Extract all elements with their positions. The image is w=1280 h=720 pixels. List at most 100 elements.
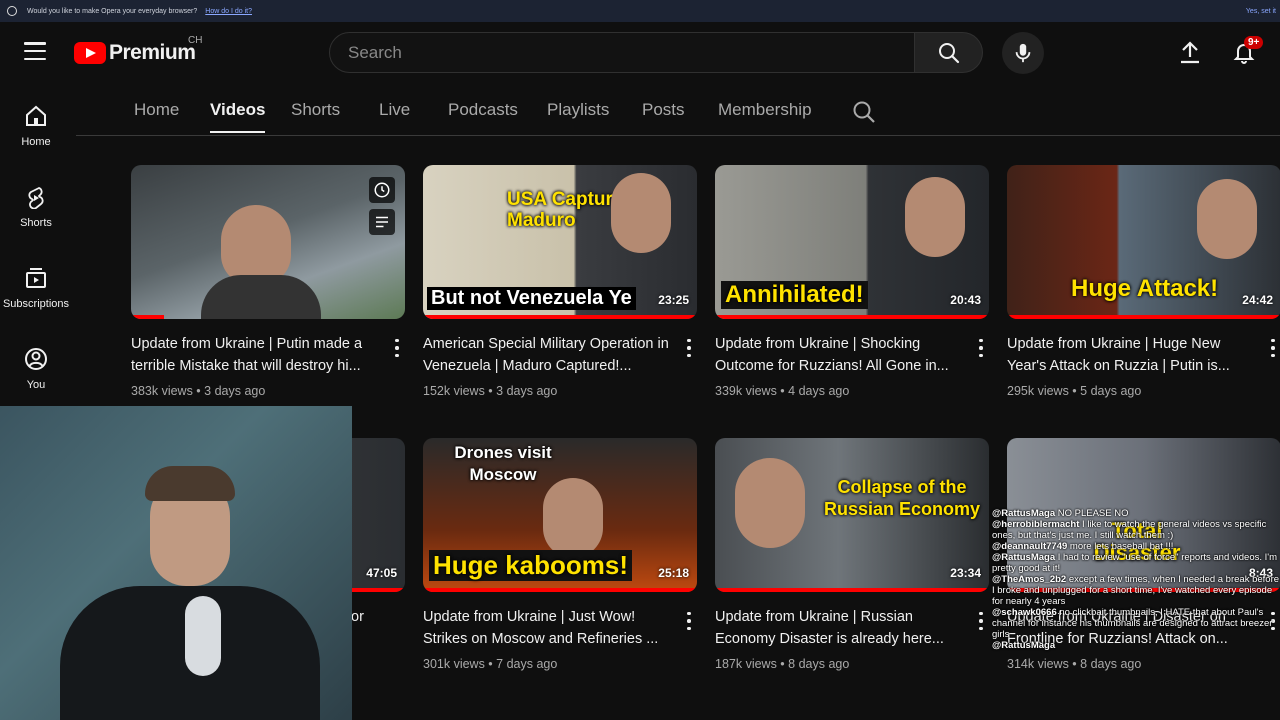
watch-progress-bar [1007,315,1280,319]
video-duration: 24:42 [1242,293,1273,307]
subscriptions-icon [26,268,46,288]
tab-membership[interactable]: Membership [718,100,812,120]
search-icon [853,101,875,123]
search-box [329,32,915,73]
more-actions-icon[interactable] [681,337,697,359]
video-title[interactable]: Update from Ukraine | Just Wow! Strikes … [423,606,673,650]
video-title[interactable]: or [351,606,391,650]
video-duration: 20:43 [950,293,981,307]
more-actions-icon[interactable] [389,337,405,359]
channel-search-button[interactable] [852,100,876,129]
sidebar-item-you[interactable]: You [0,335,72,416]
mini-guide: Home Shorts Subscriptions You [0,92,72,416]
watch-progress-bar [715,315,989,319]
video-metadata: 187k views • 8 days ago [715,657,850,671]
thumbnail-caption: But not Venezuela Ye [427,287,636,310]
more-actions-icon[interactable] [973,337,989,359]
notification-count-badge: 9+ [1244,36,1264,49]
chat-message: @RattusMaga I had to review "use of forc… [992,552,1277,574]
video-thumbnail[interactable]: USA Captured Maduro But not Venezuela Ye… [423,165,697,319]
chat-overlay: @RattusMaga NO PLEASE NO @herrobiblermac… [992,508,1280,720]
thumbnail-caption: Drones visit Moscow [454,443,552,484]
youtube-premium-logo[interactable]: Premium CH [74,35,202,65]
video-metadata: 383k views • 3 days ago [131,384,266,398]
person-figure [221,205,291,285]
chat-message: @schawk0666 no clickbait thumbnails, I H… [992,607,1273,640]
watch-later-icon[interactable] [369,177,395,203]
person-figure [1197,179,1257,259]
more-actions-icon[interactable] [973,610,989,632]
tab-posts[interactable]: Posts [642,100,685,120]
person-figure [543,478,603,558]
country-code: CH [188,35,203,46]
menu-icon[interactable] [24,42,46,60]
video-card[interactable]: USA Captured Maduro But not Venezuela Ye… [423,165,697,405]
video-thumbnail[interactable]: Annihilated! 20:43 [715,165,989,319]
video-title[interactable]: Update from Ukraine | Shocking Outcome f… [715,333,965,377]
chat-message: @deannault7749 more lets baseball bat !!… [992,541,1174,552]
opera-accept-button[interactable]: Yes, set it [1246,8,1276,15]
voice-search-button[interactable] [1002,32,1044,74]
video-card[interactable]: Drones visit Moscow Huge kabooms! 25:18 … [423,438,697,678]
video-card[interactable]: Huge Attack! 24:42 Update from Ukraine |… [1007,165,1280,405]
opera-prompt-text: Would you like to make Opera your everyd… [27,7,198,15]
sidebar-item-home[interactable]: Home [0,92,72,173]
opera-how-link[interactable]: How do I do it? [205,8,252,15]
video-card[interactable]: Update from Ukraine | Putin made a terri… [131,165,405,405]
tab-home[interactable]: Home [134,100,179,120]
person-figure [905,177,965,257]
sidebar-item-label: Home [21,136,51,148]
video-thumbnail[interactable]: Huge Attack! 24:42 [1007,165,1280,319]
video-duration: 23:34 [950,566,981,580]
opera-logo-icon [7,6,17,16]
video-metadata: 295k views • 5 days ago [1007,384,1142,398]
tab-live[interactable]: Live [379,100,410,120]
search-input[interactable] [330,33,914,72]
tab-videos[interactable]: Videos [210,100,266,133]
video-title[interactable]: American Special Military Operation in V… [423,333,673,377]
video-thumbnail[interactable]: Drones visit Moscow Huge kabooms! 25:18 [423,438,697,592]
add-to-queue-icon[interactable] [369,209,395,235]
watch-progress-bar [131,315,164,319]
video-thumbnail[interactable]: Collapse of the Russian Economy 23:34 [715,438,989,592]
video-card[interactable]: Annihilated! 20:43 Update from Ukraine |… [715,165,989,405]
video-metadata: 339k views • 4 days ago [715,384,850,398]
more-actions-icon[interactable] [681,610,697,632]
video-duration: 25:18 [658,566,689,580]
chat-message: @TheAmos_2b2 except a few times, when I … [992,574,1280,607]
video-metadata: 152k views • 3 days ago [423,384,558,398]
video-thumbnail[interactable] [131,165,405,319]
masthead: Premium CH 9+ [0,22,1280,82]
channel-tabs: Home Videos Shorts Live Podcasts Playlis… [76,92,1280,136]
microphone-icon [185,596,221,676]
video-duration: 23:25 [658,293,689,307]
thumbnail-caption: Annihilated! [721,281,868,309]
watch-progress-bar [715,588,989,592]
chat-message: @herrobiblermacht I like to watch the ge… [992,519,1267,541]
search-icon [938,42,959,63]
video-title[interactable]: Update from Ukraine | Huge New Year's At… [1007,333,1257,377]
chat-message: @RattusMaga NO PLEASE NO [992,508,1129,519]
search-button[interactable] [915,32,983,73]
video-card[interactable]: Collapse of the Russian Economy 23:34 Up… [715,438,989,678]
home-icon [26,105,46,126]
person-figure [201,275,321,319]
shorts-icon [28,187,44,209]
video-title[interactable]: Update from Ukraine | Russian Economy Di… [715,606,965,650]
sidebar-item-shorts[interactable]: Shorts [0,173,72,254]
video-title[interactable]: Update from Ukraine | Putin made a terri… [131,333,381,377]
upload-icon [1181,41,1199,64]
create-button[interactable] [1174,36,1206,68]
tab-podcasts[interactable]: Podcasts [448,100,518,120]
you-icon [25,348,47,370]
streamer-hair [145,466,235,501]
watch-progress-bar [423,315,697,319]
tab-playlists[interactable]: Playlists [547,100,609,120]
tab-shorts[interactable]: Shorts [291,100,340,120]
opera-default-browser-bar: Would you like to make Opera your everyd… [0,0,1280,22]
more-actions-icon[interactable] [1265,337,1280,359]
sidebar-item-label: You [26,379,46,391]
sidebar-item-subscriptions[interactable]: Subscriptions [0,254,72,335]
thumbnail-caption: Huge Attack! [1071,275,1219,302]
video-duration: 47:05 [366,566,397,580]
